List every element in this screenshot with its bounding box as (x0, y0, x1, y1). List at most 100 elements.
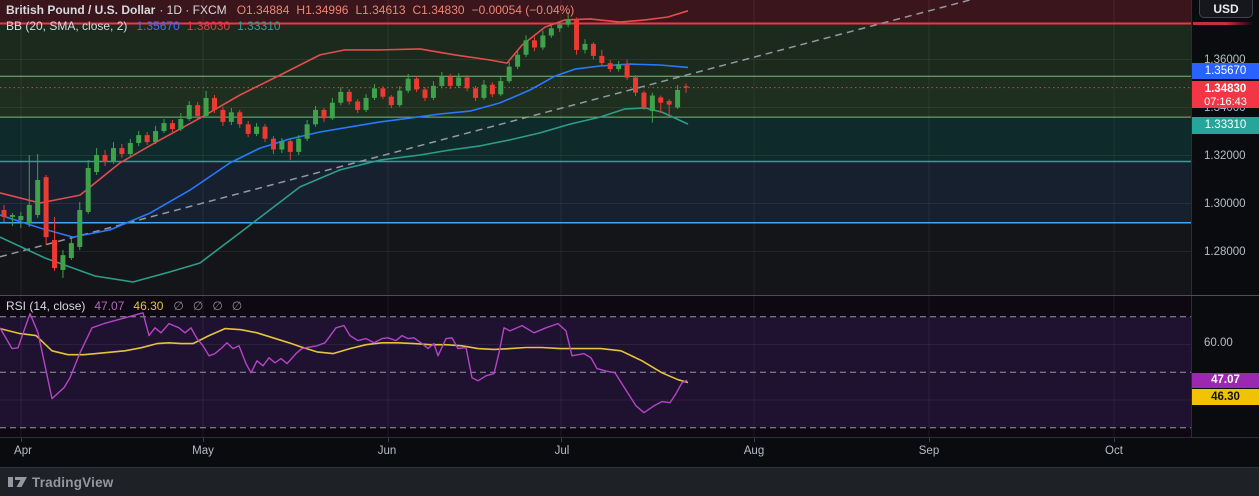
rsi-empty-value: ∅ (192, 299, 204, 313)
candle-body (94, 155, 100, 173)
price-zone (0, 76, 1191, 118)
time-axis-label-oct: Oct (1105, 445, 1123, 457)
time-axis-tick (21, 438, 22, 442)
rsi-value-badge: 47.07 (1192, 373, 1259, 388)
candle-body (624, 64, 630, 78)
rsi-value: 47.07 (94, 299, 125, 313)
candle-body (371, 88, 377, 98)
chart-legend: British Pound / U.S. Dollar · 1D · FXCM … (6, 2, 581, 34)
time-axis[interactable]: Apr May Jun Jul Aug Sep Oct (0, 437, 1259, 467)
candle-body (321, 109, 327, 119)
candle-body (447, 76, 453, 86)
last-price-badge: 1.34830 07:16:43 (1192, 81, 1259, 108)
bottom-toolbar: TradingView (0, 467, 1259, 496)
time-axis-label-may: May (192, 445, 214, 457)
time-axis-label-apr: Apr (14, 445, 32, 457)
symbol-legend-row[interactable]: British Pound / U.S. Dollar · 1D · FXCM … (6, 2, 581, 18)
bb-legend-row[interactable]: BB (20, SMA, close, 2) 1.35670 1.38030 1… (6, 18, 581, 34)
candle-body (540, 35, 546, 48)
candle-body (489, 84, 495, 95)
ohlc-close: C1.34830 (412, 2, 465, 17)
bb-upper-value: 1.38030 (186, 18, 231, 33)
candle-body (456, 77, 462, 86)
candle-body (473, 88, 479, 98)
tradingview-logo-link[interactable]: TradingView (8, 474, 113, 490)
time-axis-tick (1114, 438, 1115, 442)
candle-body (675, 89, 681, 108)
rsi-empty-value: ∅ (173, 299, 184, 313)
price-axis-label: 1.32000 (1204, 149, 1246, 162)
bb-lower-price-badge: 1.33310 (1192, 117, 1259, 134)
price-axis[interactable]: USD 1.360001.340001.320001.300001.280006… (1191, 0, 1259, 437)
candle-body (127, 143, 133, 155)
time-axis-tick (203, 438, 204, 442)
candle-body (523, 40, 529, 55)
candle-body (414, 78, 420, 90)
candle-body (43, 177, 49, 238)
symbol-meta[interactable]: · 1D · FXCM (159, 3, 226, 18)
candle-body (506, 66, 512, 82)
candle-body (439, 76, 445, 86)
candle-body (136, 135, 142, 144)
rsi-indicator-pane[interactable]: RSI (14, close) 47.07 46.30 ∅ ∅ ∅ ∅ (0, 296, 1191, 437)
currency-button[interactable]: USD (1199, 0, 1253, 18)
candle-body (85, 167, 91, 212)
candle-body (203, 97, 209, 116)
bb-basis-value: 1.35670 (136, 18, 180, 33)
candlestick-chart-svg (0, 0, 1191, 296)
candle-body (119, 148, 125, 155)
tradingview-logo-text: TradingView (32, 474, 114, 490)
rsi-chart-svg (0, 296, 1191, 437)
candle-body (430, 85, 436, 98)
candle-body (220, 109, 226, 122)
candle-body (212, 97, 217, 110)
candle-body (144, 135, 150, 143)
rsi-legend[interactable]: RSI (14, close) 47.07 46.30 ∅ ∅ ∅ ∅ (6, 299, 251, 313)
candle-body (607, 63, 613, 70)
candle-body (515, 54, 521, 67)
bb-indicator-label[interactable]: BB (20, SMA, close, 2) (6, 19, 127, 34)
price-zone (0, 161, 1191, 223)
candle-body (110, 148, 116, 162)
candle-body (380, 88, 386, 97)
candle-body (531, 40, 537, 48)
candle-body (77, 209, 83, 247)
candle-body (195, 105, 201, 116)
candle-body (649, 95, 655, 112)
time-axis-tick (388, 438, 389, 442)
candle-body (296, 138, 302, 152)
main-chart-pane[interactable]: British Pound / U.S. Dollar · 1D · FXCM … (0, 0, 1191, 296)
ohlc-open: O1.34884 (236, 2, 290, 17)
candle-body (262, 126, 268, 139)
level-line-axis-mark (1193, 22, 1253, 25)
candle-body (254, 126, 260, 134)
candle-body (346, 91, 352, 102)
candle-body (26, 204, 32, 223)
time-axis-label-sep: Sep (918, 445, 940, 457)
candle-body (35, 179, 41, 216)
candle-body (178, 119, 184, 130)
candle-body (287, 141, 293, 152)
tradingview-chart-page: { "chart_header": { "symbol_title": "Bri… (0, 0, 1259, 496)
candle-body (616, 64, 622, 70)
time-axis-label-aug: Aug (743, 445, 765, 457)
candle-body (313, 109, 319, 125)
candle-body (18, 215, 24, 221)
candle-body (68, 243, 74, 258)
rsi-indicator-label[interactable]: RSI (14, close) (6, 299, 85, 313)
candle-body (153, 131, 159, 143)
time-axis-tick (561, 438, 562, 442)
ohlc-low: L1.34613 (355, 2, 406, 17)
bar-countdown: 07:16:43 (1204, 96, 1247, 108)
tradingview-logo-icon (8, 477, 27, 487)
candle-body (599, 55, 605, 64)
candle-body (338, 91, 344, 103)
price-axis-label: 1.28000 (1204, 245, 1246, 258)
candle-body (329, 102, 335, 119)
candle-body (422, 89, 428, 98)
candle-body (658, 97, 664, 103)
pane-separator[interactable] (0, 295, 1259, 296)
rsi-empty-value: ∅ (231, 299, 243, 313)
price-axis-label: 1.30000 (1204, 197, 1246, 210)
symbol-title[interactable]: British Pound / U.S. Dollar (6, 3, 155, 18)
